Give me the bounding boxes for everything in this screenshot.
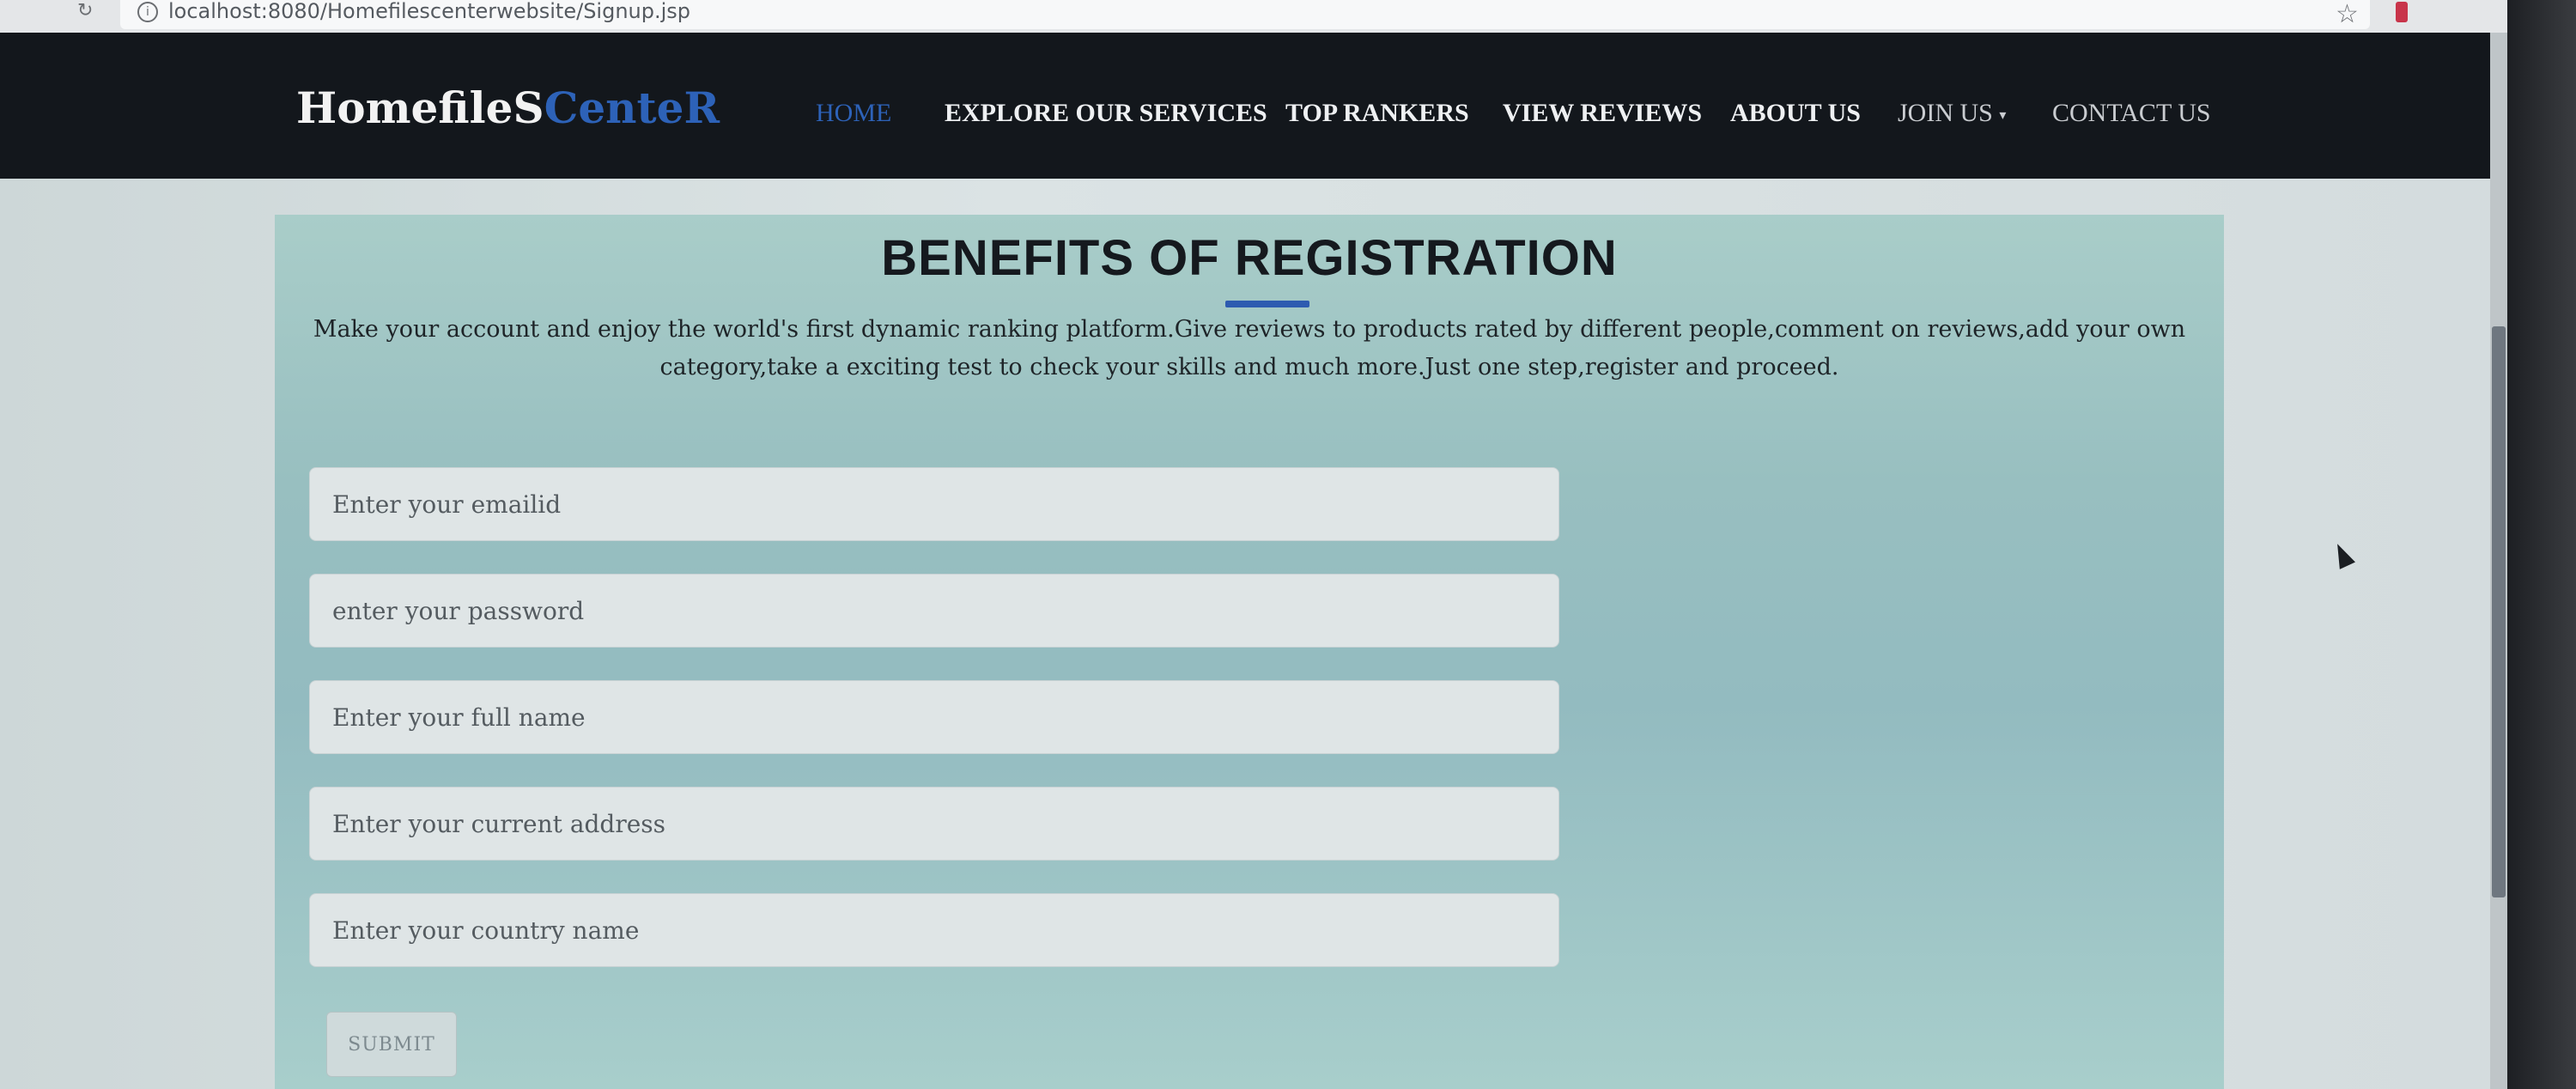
submit-button[interactable]: SUBMIT (326, 1012, 457, 1077)
browser-viewport: ↻ i localhost:8080/Homefilescenterwebsit… (0, 0, 2507, 1089)
page-title: BENEFITS OF REGISTRATION (881, 230, 1618, 286)
nav-explore-services[interactable]: EXPLORE OUR SERVICES (945, 98, 1267, 129)
nav-home[interactable]: HOME (816, 98, 891, 129)
password-field[interactable] (309, 574, 1559, 648)
email-field[interactable] (309, 467, 1559, 541)
chevron-down-icon: ▾ (1999, 106, 2007, 124)
country-field[interactable] (309, 893, 1559, 967)
mouse-cursor-icon (2330, 540, 2355, 569)
top-navbar: HomefileSCenteR HOME EXPLORE OUR SERVICE… (0, 33, 2507, 179)
nav-view-reviews[interactable]: VIEW REVIEWS (1503, 98, 1702, 129)
reload-icon[interactable]: ↻ (77, 2, 96, 21)
star-icon[interactable]: ☆ (2336, 2, 2359, 27)
nav-top-rankers[interactable]: TOP RANKERS (1285, 98, 1469, 129)
site-logo[interactable]: HomefileSCenteR (296, 82, 720, 134)
registration-panel: BENEFITS OF REGISTRATION Make your accou… (275, 215, 2224, 1089)
extension-icon[interactable] (2396, 2, 2408, 22)
url-text[interactable]: localhost:8080/Homefilescenterwebsite/Si… (168, 0, 690, 22)
title-divider (1225, 301, 1309, 307)
brand-main-text: HomefileS (296, 82, 544, 133)
scrollbar-thumb[interactable] (2492, 326, 2506, 897)
full-name-field[interactable] (309, 680, 1559, 754)
address-field[interactable] (309, 787, 1559, 861)
nav-about-us[interactable]: ABOUT US (1730, 98, 1861, 129)
monitor-bezel (2507, 0, 2576, 1089)
info-icon[interactable]: i (137, 2, 158, 22)
nav-join-us-label: JOIN US (1898, 99, 1993, 127)
address-bar: ↻ i localhost:8080/Homefilescenterwebsit… (0, 0, 2507, 33)
nav-contact-us[interactable]: CONTACT US (2052, 98, 2211, 129)
nav-join-us[interactable]: JOIN US ▾ (1898, 98, 2006, 131)
brand-accent-text: CenteR (544, 82, 720, 133)
panel-description: Make your account and enjoy the world's … (313, 316, 2186, 380)
